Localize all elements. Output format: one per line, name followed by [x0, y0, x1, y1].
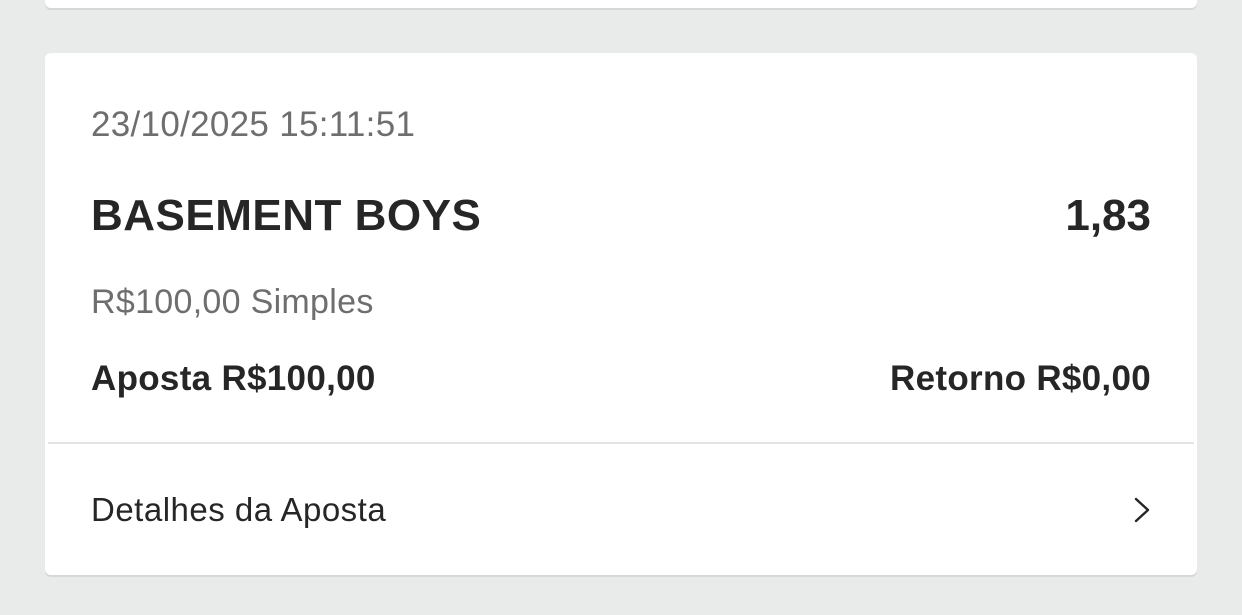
bet-stake-type: R$100,00 Simples [91, 283, 374, 321]
bet-card: 23/10/2025 15:11:51 BASEMENT BOYS 1,83 R… [45, 53, 1197, 575]
bet-return: Retorno R$0,00 [890, 359, 1151, 398]
bet-details-label: Detalhes da Aposta [91, 491, 387, 528]
bet-stake: Aposta R$100,00 [91, 359, 376, 398]
bet-timestamp: 23/10/2025 15:11:51 [91, 105, 416, 144]
bet-details-button[interactable]: Detalhes da Aposta [45, 444, 1197, 575]
bet-odds: 1,83 [1065, 191, 1151, 240]
chevron-right-icon [1134, 497, 1150, 523]
bet-selection: BASEMENT BOYS [91, 191, 482, 240]
previous-bet-card [45, 0, 1197, 8]
